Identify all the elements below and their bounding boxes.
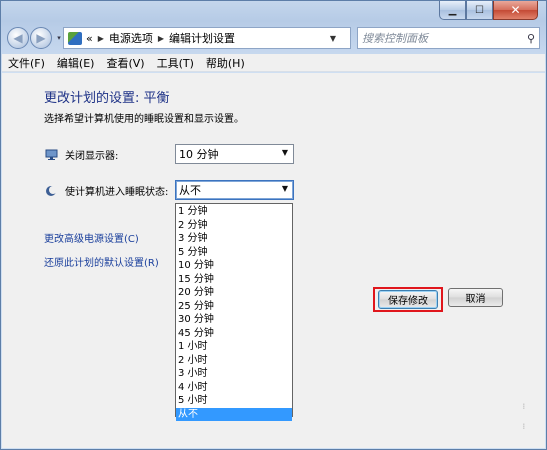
- resize-grip-icon: ⋮: [521, 423, 527, 430]
- breadcrumb: « ▶ 电源选项 ▶ 编辑计划设置: [68, 30, 235, 46]
- forward-button[interactable]: ▶: [30, 27, 52, 49]
- display-off-label: 关闭显示器:: [44, 147, 118, 162]
- annotation-highlight: 保存修改: [373, 287, 443, 312]
- menu-bar: 文件(F) 编辑(E) 查看(V) 工具(T) 帮助(H): [2, 54, 545, 72]
- search-placeholder: 搜索控制面板: [362, 32, 428, 45]
- breadcrumb-edit-plan[interactable]: 编辑计划设置: [169, 30, 235, 46]
- list-item[interactable]: 30 分钟: [176, 313, 292, 327]
- sleep-value: 从不: [179, 184, 201, 197]
- sleep-label: 使计算机进入睡眠状态:: [44, 183, 168, 198]
- sleep-text: 使计算机进入睡眠状态:: [65, 187, 169, 198]
- caption-buttons: ▁ ☐ ✕: [439, 1, 538, 21]
- menu-tools[interactable]: 工具(T): [157, 55, 194, 71]
- list-item[interactable]: 20 分钟: [176, 286, 292, 300]
- sleep-select[interactable]: 从不 ▼: [175, 180, 294, 200]
- content-area: 更改计划的设置: 平衡 选择希望计算机使用的睡眠设置和显示设置。 关闭显示器: …: [2, 73, 545, 448]
- advanced-power-settings-link[interactable]: 更改高级电源设置(C): [44, 230, 139, 245]
- chevron-down-icon: ▼: [281, 184, 288, 193]
- list-item[interactable]: 15 分钟: [176, 273, 292, 287]
- list-item[interactable]: 5 小时: [176, 394, 292, 408]
- page-subtitle: 选择希望计算机使用的睡眠设置和显示设置。: [44, 114, 244, 125]
- list-item[interactable]: 25 分钟: [176, 300, 292, 314]
- maximize-button[interactable]: ☐: [466, 1, 493, 20]
- list-item[interactable]: 3 小时: [176, 367, 292, 381]
- address-dropdown-icon[interactable]: ▼: [330, 34, 336, 43]
- menu-edit[interactable]: 编辑(E): [57, 55, 95, 71]
- sleep-options-list[interactable]: 1 分钟 2 分钟 3 分钟 5 分钟 10 分钟 15 分钟 20 分钟 25…: [175, 203, 293, 421]
- navigation-bar: ◀ ▶ ▾ « ▶ 电源选项 ▶ 编辑计划设置 ▼ ↻ 搜索控制面板 ⚲: [7, 25, 540, 51]
- save-button[interactable]: 保存修改: [378, 290, 438, 309]
- cancel-button[interactable]: 取消: [448, 288, 503, 307]
- window: ▁ ☐ ✕ ◀ ▶ ▾ « ▶ 电源选项 ▶ 编辑计划设置 ▼ ↻ 搜索控制面板…: [0, 0, 547, 450]
- menu-file[interactable]: 文件(F): [8, 55, 45, 71]
- search-input[interactable]: 搜索控制面板 ⚲: [357, 27, 540, 49]
- search-icon[interactable]: ⚲: [527, 32, 535, 45]
- list-item[interactable]: 2 分钟: [176, 219, 292, 233]
- display-off-text: 关闭显示器:: [65, 151, 119, 162]
- monitor-icon: [44, 149, 58, 161]
- list-item[interactable]: 5 分钟: [176, 246, 292, 260]
- list-item[interactable]: 10 分钟: [176, 259, 292, 273]
- minimize-button[interactable]: ▁: [439, 1, 466, 20]
- list-item[interactable]: 1 分钟: [176, 205, 292, 219]
- display-off-value: 10 分钟: [179, 148, 219, 161]
- breadcrumb-arrow-icon: ▶: [157, 33, 165, 43]
- list-item[interactable]: 4 小时: [176, 381, 292, 395]
- back-button[interactable]: ◀: [7, 27, 29, 49]
- list-item[interactable]: 3 分钟: [176, 232, 292, 246]
- resize-grip-icon: ⋮: [521, 403, 527, 410]
- chevron-down-icon: ▼: [281, 148, 288, 157]
- breadcrumb-power-options[interactable]: 电源选项: [109, 30, 153, 46]
- close-button[interactable]: ✕: [493, 1, 538, 20]
- moon-icon: [44, 185, 58, 197]
- list-item[interactable]: 2 小时: [176, 354, 292, 368]
- list-item[interactable]: 1 小时: [176, 340, 292, 354]
- address-bar[interactable]: « ▶ 电源选项 ▶ 编辑计划设置 ▼: [63, 27, 351, 49]
- list-item-selected[interactable]: 从不: [176, 407, 292, 421]
- breadcrumb-arrow-icon: ▶: [97, 33, 104, 43]
- restore-defaults-link[interactable]: 还原此计划的默认设置(R): [44, 254, 159, 269]
- list-item[interactable]: 45 分钟: [176, 327, 292, 341]
- display-off-select[interactable]: 10 分钟 ▼: [175, 144, 294, 164]
- control-panel-icon: [68, 31, 82, 45]
- menu-help[interactable]: 帮助(H): [206, 55, 245, 71]
- menu-view[interactable]: 查看(V): [106, 55, 144, 71]
- page-title: 更改计划的设置: 平衡: [44, 91, 170, 106]
- breadcrumb-overflow[interactable]: «: [86, 32, 93, 45]
